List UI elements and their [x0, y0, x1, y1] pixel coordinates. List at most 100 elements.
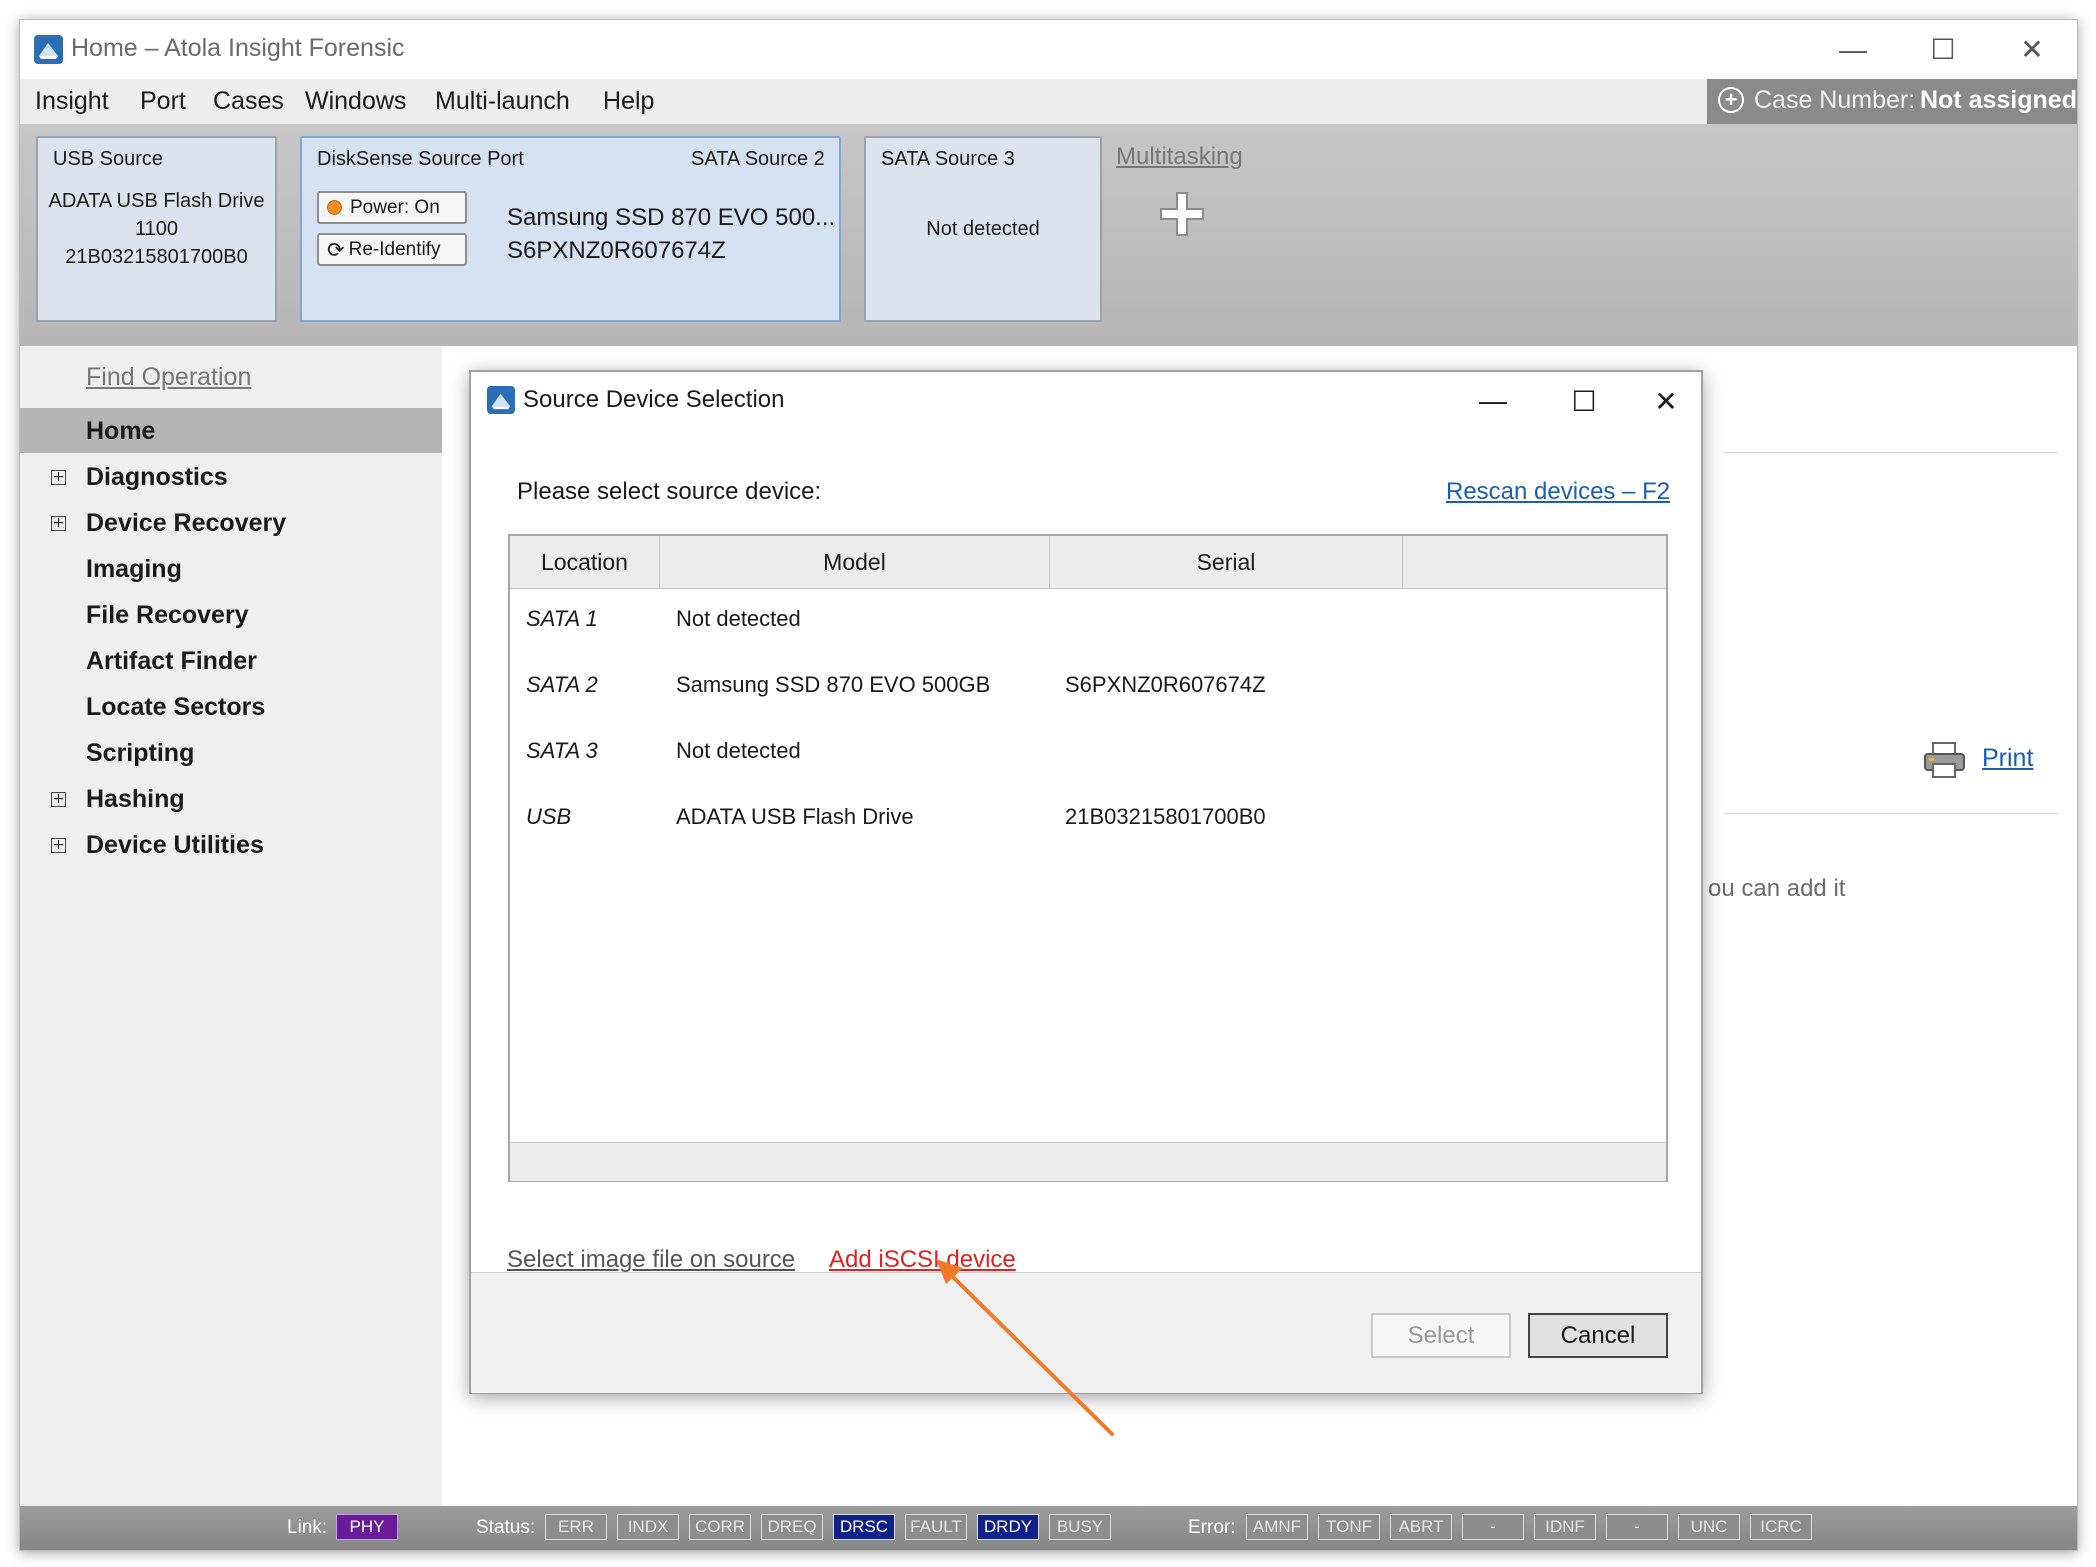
error-flag-abrt: ABRT [1390, 1514, 1452, 1540]
select-image-file-link[interactable]: Select image file on source [507, 1246, 795, 1274]
multitasking-link[interactable]: Multitasking [1116, 143, 1243, 171]
window-title: Home – Atola Insight Forensic [71, 34, 405, 62]
table-row[interactable]: USB ADATA USB Flash Drive 21B03215801700… [510, 798, 1666, 848]
dialog-maximize-button[interactable]: ☐ [1539, 372, 1629, 430]
disksense-serial: S6PXNZ0R607674Z [507, 237, 726, 264]
error-flag-tonf: TONF [1318, 1514, 1380, 1540]
error-flag-icrc: ICRC [1750, 1514, 1812, 1540]
usb-source-card[interactable]: USB Source ADATA USB Flash Drive 1100 21… [36, 136, 277, 322]
sata-source-3-card[interactable]: SATA Source 3 Not detected [864, 136, 1102, 322]
sidebar-item-device-utilities[interactable]: Device Utilities [86, 831, 264, 860]
power-button-label: Power: On [350, 196, 440, 218]
sata3-header: SATA Source 3 [881, 148, 1015, 170]
case-number-button[interactable]: + Case Number: Not assigned [1707, 79, 2077, 124]
menu-cases[interactable]: Cases [213, 87, 284, 116]
rescan-devices-link[interactable]: Rescan devices – F2 [1446, 478, 1670, 506]
row-model: Samsung SSD 870 EVO 500GB [676, 672, 991, 697]
error-flag-empty: - [1606, 1514, 1668, 1540]
usb-source-header: USB Source [53, 148, 164, 170]
sidebar-item-imaging[interactable]: Imaging [86, 555, 182, 584]
find-operation-link[interactable]: Find Operation [86, 363, 251, 392]
menu-insight[interactable]: Insight [35, 87, 109, 116]
plus-icon[interactable] [1158, 190, 1206, 238]
row-model: Not detected [676, 738, 801, 763]
dialog-title-bar: Source Device Selection — ☐ ✕ [471, 372, 1701, 430]
status-flag-fault: FAULT [905, 1514, 967, 1540]
row-serial: 21B03215801700B0 [1065, 804, 1266, 829]
status-flag-err: ERR [545, 1514, 607, 1540]
row-serial: S6PXNZ0R607674Z [1065, 672, 1266, 697]
minimize-button[interactable]: — [1808, 20, 1898, 79]
table-footer [510, 1142, 1666, 1181]
content-hint-text: ou can add it [1708, 875, 1846, 902]
status-flag-dreq: DREQ [761, 1514, 823, 1540]
sidebar-item-locate-sectors[interactable]: Locate Sectors [86, 693, 265, 722]
table-row[interactable]: SATA 1 Not detected [510, 600, 1666, 650]
close-button[interactable]: ✕ [1987, 20, 2077, 79]
sidebar-item-scripting[interactable]: Scripting [86, 739, 194, 768]
table-header: Location Model Serial [510, 536, 1666, 589]
case-number-label: Case Number: [1754, 86, 1916, 114]
title-bar: Home – Atola Insight Forensic — ☐ ✕ [20, 20, 2077, 79]
select-button[interactable]: Select [1371, 1313, 1511, 1358]
sources-panel: USB Source ADATA USB Flash Drive 1100 21… [20, 124, 2077, 346]
link-label: Link: [287, 1517, 328, 1538]
sidebar-item-artifact-finder[interactable]: Artifact Finder [86, 647, 257, 676]
app-logo-icon [487, 386, 515, 414]
sidebar-item-home[interactable]: Home [86, 417, 155, 446]
table-row[interactable]: SATA 3 Not detected [510, 732, 1666, 782]
add-case-icon: + [1718, 87, 1744, 113]
printer-icon[interactable] [1923, 742, 1966, 779]
power-button[interactable]: Power: On [317, 191, 467, 224]
usb-source-serial: 21B03215801700B0 [65, 246, 248, 268]
disksense-model: Samsung SSD 870 EVO 500... [507, 204, 836, 231]
device-table: Location Model Serial SATA 1 Not detecte… [508, 534, 1668, 1182]
usb-source-revision: 1100 [134, 218, 178, 240]
dialog-minimize-button[interactable]: — [1448, 372, 1538, 430]
add-iscsi-device-link[interactable]: Add iSCSI device [829, 1246, 1016, 1274]
source-device-selection-dialog: Source Device Selection — ☐ ✕ Please sel… [469, 370, 1703, 1394]
power-indicator-icon [327, 200, 342, 215]
reidentify-button[interactable]: ⟳ Re-Identify [317, 233, 467, 266]
cancel-button[interactable]: Cancel [1528, 1313, 1668, 1358]
column-header-serial[interactable]: Serial [1050, 536, 1403, 588]
row-model: Not detected [676, 606, 801, 631]
row-location: SATA 3 [526, 738, 598, 763]
sidebar-item-device-recovery[interactable]: Device Recovery [86, 509, 286, 538]
status-flag-drsc: DRSC [833, 1514, 895, 1540]
case-number-value: Not assigned [1920, 86, 2077, 114]
link-phy-badge: PHY [336, 1514, 398, 1540]
maximize-button[interactable]: ☐ [1898, 20, 1988, 79]
print-link[interactable]: Print [1982, 744, 2033, 773]
sidebar-item-file-recovery[interactable]: File Recovery [86, 601, 249, 630]
column-header-model[interactable]: Model [660, 536, 1050, 588]
dialog-footer: Select Cancel [471, 1272, 1701, 1393]
status-label: Status: [476, 1517, 536, 1538]
status-flag-corr: CORR [689, 1514, 751, 1540]
disksense-header: DiskSense Source Port [317, 148, 524, 170]
expand-icon[interactable]: + [51, 516, 66, 531]
status-flag-busy: BUSY [1049, 1514, 1111, 1540]
status-flag-indx: INDX [617, 1514, 679, 1540]
row-model: ADATA USB Flash Drive [676, 804, 914, 829]
column-header-location[interactable]: Location [510, 536, 660, 588]
table-row[interactable]: SATA 2 Samsung SSD 870 EVO 500GB S6PXNZ0… [510, 666, 1666, 716]
menu-help[interactable]: Help [603, 87, 654, 116]
sidebar-item-hashing[interactable]: Hashing [86, 785, 185, 814]
error-label: Error: [1188, 1517, 1236, 1538]
menu-multi-launch[interactable]: Multi-launch [435, 87, 570, 116]
dialog-body: Please select source device: Rescan devi… [471, 430, 1701, 1274]
status-bar: Link: PHY Status: ERR INDX CORR DREQ DRS… [20, 1506, 2077, 1550]
menu-windows[interactable]: Windows [305, 87, 406, 116]
expand-icon[interactable]: + [51, 470, 66, 485]
error-flag-amnf: AMNF [1246, 1514, 1308, 1540]
sidebar-item-diagnostics[interactable]: Diagnostics [86, 463, 228, 492]
dialog-prompt: Please select source device: [517, 478, 822, 505]
disksense-source-card[interactable]: DiskSense Source Port SATA Source 2 Powe… [300, 136, 841, 322]
status-flag-drdy: DRDY [977, 1514, 1039, 1540]
expand-icon[interactable]: + [51, 792, 66, 807]
menu-port[interactable]: Port [140, 87, 186, 116]
expand-icon[interactable]: + [51, 838, 66, 853]
content-divider [1724, 813, 2058, 814]
dialog-close-button[interactable]: ✕ [1631, 372, 1701, 430]
